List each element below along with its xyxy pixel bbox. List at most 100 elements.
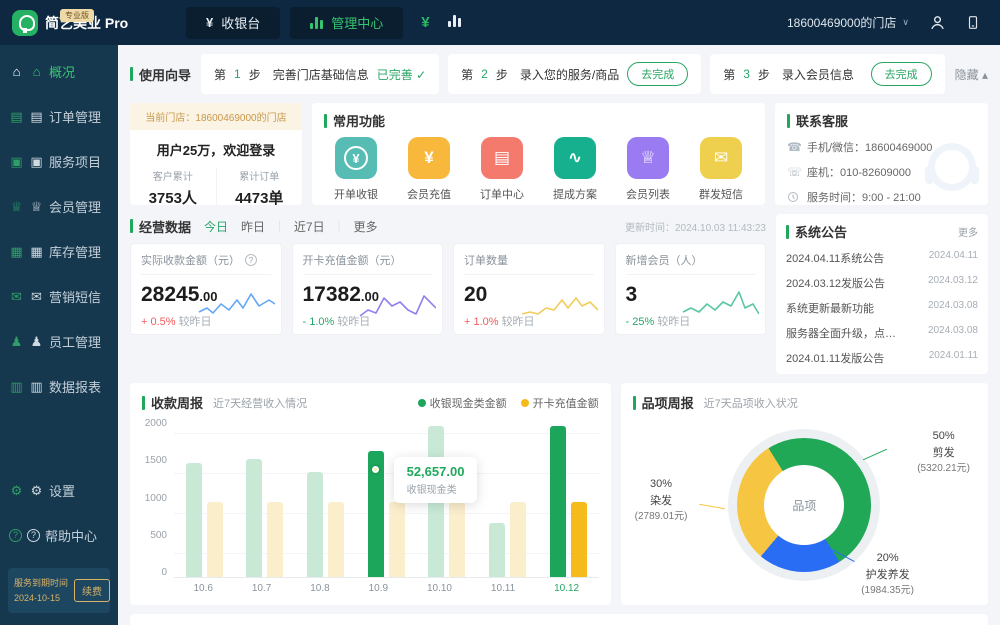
sidebar-item-label: 服务项目 (49, 152, 101, 171)
sidebar-item-help[interactable]: ??帮助中心 (0, 513, 118, 558)
chart-icon: ▥ (9, 379, 24, 395)
legend-dot (418, 399, 426, 407)
sidebar-item-label: 会员管理 (49, 197, 101, 216)
biz-tab-近7日[interactable]: 近7日 (294, 218, 325, 235)
announcement-row[interactable]: 2024.01.11发版公告2024.01.11 (786, 350, 978, 366)
bar-chart: 2000150010005000 10.610.710.810.910.1010… (142, 418, 599, 594)
bar-收银现金类金额-10.12[interactable] (550, 426, 566, 577)
sidebar-item-staff[interactable]: ♟♟员工管理 (0, 319, 118, 364)
x-label: 10.8 (310, 583, 329, 594)
overview-row: 当前门店：18600469000的门店 用户25万，欢迎登录 客户累计3753人… (130, 103, 988, 205)
bar-收银现金类金额-10.7[interactable] (246, 459, 262, 577)
announcement-row[interactable]: 系统更新最新功能2024.03.08 (786, 300, 978, 316)
bar-plot: 10.610.710.810.910.1010.1110.12 52,657.0… (174, 418, 599, 594)
user-icon[interactable] (929, 14, 946, 31)
help-icon[interactable]: ? (245, 254, 257, 266)
mobile-device-icon[interactable] (966, 14, 980, 31)
sparkline (520, 286, 598, 322)
sidebar-item-orders[interactable]: ▤▤订单管理 (0, 94, 118, 139)
stat-title-text: 开卡充值金额（元） (303, 252, 402, 268)
sidebar-item-reports[interactable]: ▥▥数据报表 (0, 364, 118, 409)
go-complete-button[interactable]: 去完成 (871, 62, 932, 86)
bar-开卡充值金额-10.6[interactable] (207, 502, 223, 577)
briefcase-icon: ▣ (29, 154, 44, 170)
mobile-icon: ☎ (787, 140, 800, 154)
legend-label: 收银现金类金额 (430, 398, 507, 410)
announcements-title: 系统公告 (786, 222, 847, 241)
step-description: 录入您的服务/商品 (520, 66, 619, 83)
business-data-title: 经营数据 (130, 217, 191, 236)
quick-function-订单中心[interactable]: ▤订单中心 (480, 137, 524, 202)
bar-收银现金类金额-10.8[interactable] (307, 472, 323, 577)
cash-register-icon: ¥ (335, 137, 377, 179)
sidebar-item-services[interactable]: ▣▣服务项目 (0, 139, 118, 184)
renew-button[interactable]: 续费 (74, 579, 110, 602)
slice-name: 染发 (635, 493, 688, 510)
bar-开卡充值金额-10.10[interactable] (449, 502, 465, 577)
item-weekly-chart-card: 品项周报 近7天品项收入状况 品项 50%剪发(5320.21元) 30%染发(… (621, 383, 988, 605)
tab-separator: | (338, 220, 341, 232)
announcements-more-link[interactable]: 更多 (958, 224, 978, 239)
sidebar-item-settings[interactable]: ⚙⚙设置 (0, 468, 118, 513)
biz-tab-更多[interactable]: 更多 (353, 218, 377, 235)
announcement-row[interactable]: 2024.04.11系统公告2024.04.11 (786, 250, 978, 266)
member-list-icon: ♕ (627, 137, 669, 179)
sidebar-item-inventory[interactable]: ▦▦库存管理 (0, 229, 118, 274)
quick-function-label: 会员充值 (407, 186, 451, 202)
announcement-row[interactable]: 服务器全面升级，点击…2024.03.08 (786, 325, 978, 341)
sidebar-item-overview[interactable]: ⌂⌂概况 (0, 49, 118, 94)
quick-function-群发短信[interactable]: ✉群发短信 (699, 137, 743, 202)
go-complete-button[interactable]: 去完成 (627, 62, 688, 86)
top-tab-cashier[interactable]: ¥收银台 (186, 7, 280, 39)
bar-开卡充值金额-10.12[interactable] (571, 502, 587, 577)
payment-chart-header: 收款周报 近7天经营收入情况 收银现金类金额开卡充值金额 (142, 393, 599, 412)
quick-function-开单收银[interactable]: ¥开单收银 (334, 137, 378, 202)
y-tick: 1000 (145, 493, 167, 504)
y-tick: 500 (150, 530, 167, 541)
slice-label-haircare: 20%护发养发(1984.35元) (861, 550, 914, 598)
quick-function-会员列表[interactable]: ♕ 会员列表 (626, 137, 670, 202)
quick-function-提成方案[interactable]: ∿提成方案 (553, 137, 597, 202)
biz-tab-昨日[interactable]: 昨日 (241, 218, 265, 235)
announcements-header: 系统公告 更多 (786, 222, 978, 241)
bar-group-10.8 (307, 418, 344, 577)
top-tab-manage[interactable]: 管理中心 (290, 7, 403, 39)
sidebar-item-sms[interactable]: ✉✉营销短信 (0, 274, 118, 319)
help-icon: ? (9, 529, 22, 542)
legend-item[interactable]: 收银现金类金额 (418, 395, 507, 411)
bar-收银现金类金额-10.11[interactable] (489, 523, 505, 577)
contact-text: 服务时间：9:00 - 21:00 (807, 189, 921, 205)
bar-开卡充值金额-10.11[interactable] (510, 502, 526, 577)
quick-function-会员充值[interactable]: ¥会员充值 (407, 137, 451, 202)
bar-开卡充值金额-10.9[interactable] (389, 502, 405, 577)
store-stat: 客户累计3753人 (130, 168, 216, 205)
announcement-row[interactable]: 2024.03.12发版公告2024.03.12 (786, 275, 978, 291)
legend-item[interactable]: 开卡充值金额 (521, 395, 599, 411)
x-label: 10.7 (252, 583, 271, 594)
biz-tab-今日[interactable]: 今日 (204, 218, 228, 235)
bar-收银现金类金额-10.6[interactable] (186, 463, 202, 577)
donut-chart: 品项 50%剪发(5320.21元) 30%染发(2789.01元) 20%护发… (633, 414, 976, 596)
usage-wizard: 使用向导 第1步完善门店基础信息已完善 ✓第2步录入您的服务/商品去完成第3步录… (130, 54, 988, 94)
updated-time: 更新时间：2024.10.03 11:43:23 (625, 219, 766, 234)
bar-开卡充值金额-10.8[interactable] (328, 502, 344, 577)
stats-icon[interactable] (448, 14, 461, 31)
legend-dot (521, 399, 529, 407)
sidebar-item-label: 库存管理 (49, 242, 101, 261)
store-selector[interactable]: 18600469000的门店 ∨ (787, 14, 909, 31)
slice-amount: (1984.35元) (861, 583, 914, 598)
clock-icon (787, 191, 800, 203)
sidebar-item-members[interactable]: ♕♕会员管理 (0, 184, 118, 229)
person-icon: ♟ (9, 334, 24, 350)
quick-function-label: 会员列表 (626, 186, 670, 202)
collapse-guide-button[interactable]: 隐藏 ▴ (955, 66, 988, 83)
moneybag-icon[interactable]: ¥ (421, 14, 429, 31)
sidebar-item-label: 数据报表 (49, 377, 101, 396)
slice-name: 剪发 (917, 445, 970, 462)
sidebar-item-label: 订单管理 (49, 107, 101, 126)
bar-group-10.12 (550, 418, 587, 577)
slice-name: 护发养发 (861, 567, 914, 584)
bar-开卡充值金额-10.7[interactable] (267, 502, 283, 577)
sidebar-item-label: 设置 (49, 481, 75, 500)
service-expiry-box: 服务到期时间 2024-10-15 续费 (8, 568, 110, 613)
